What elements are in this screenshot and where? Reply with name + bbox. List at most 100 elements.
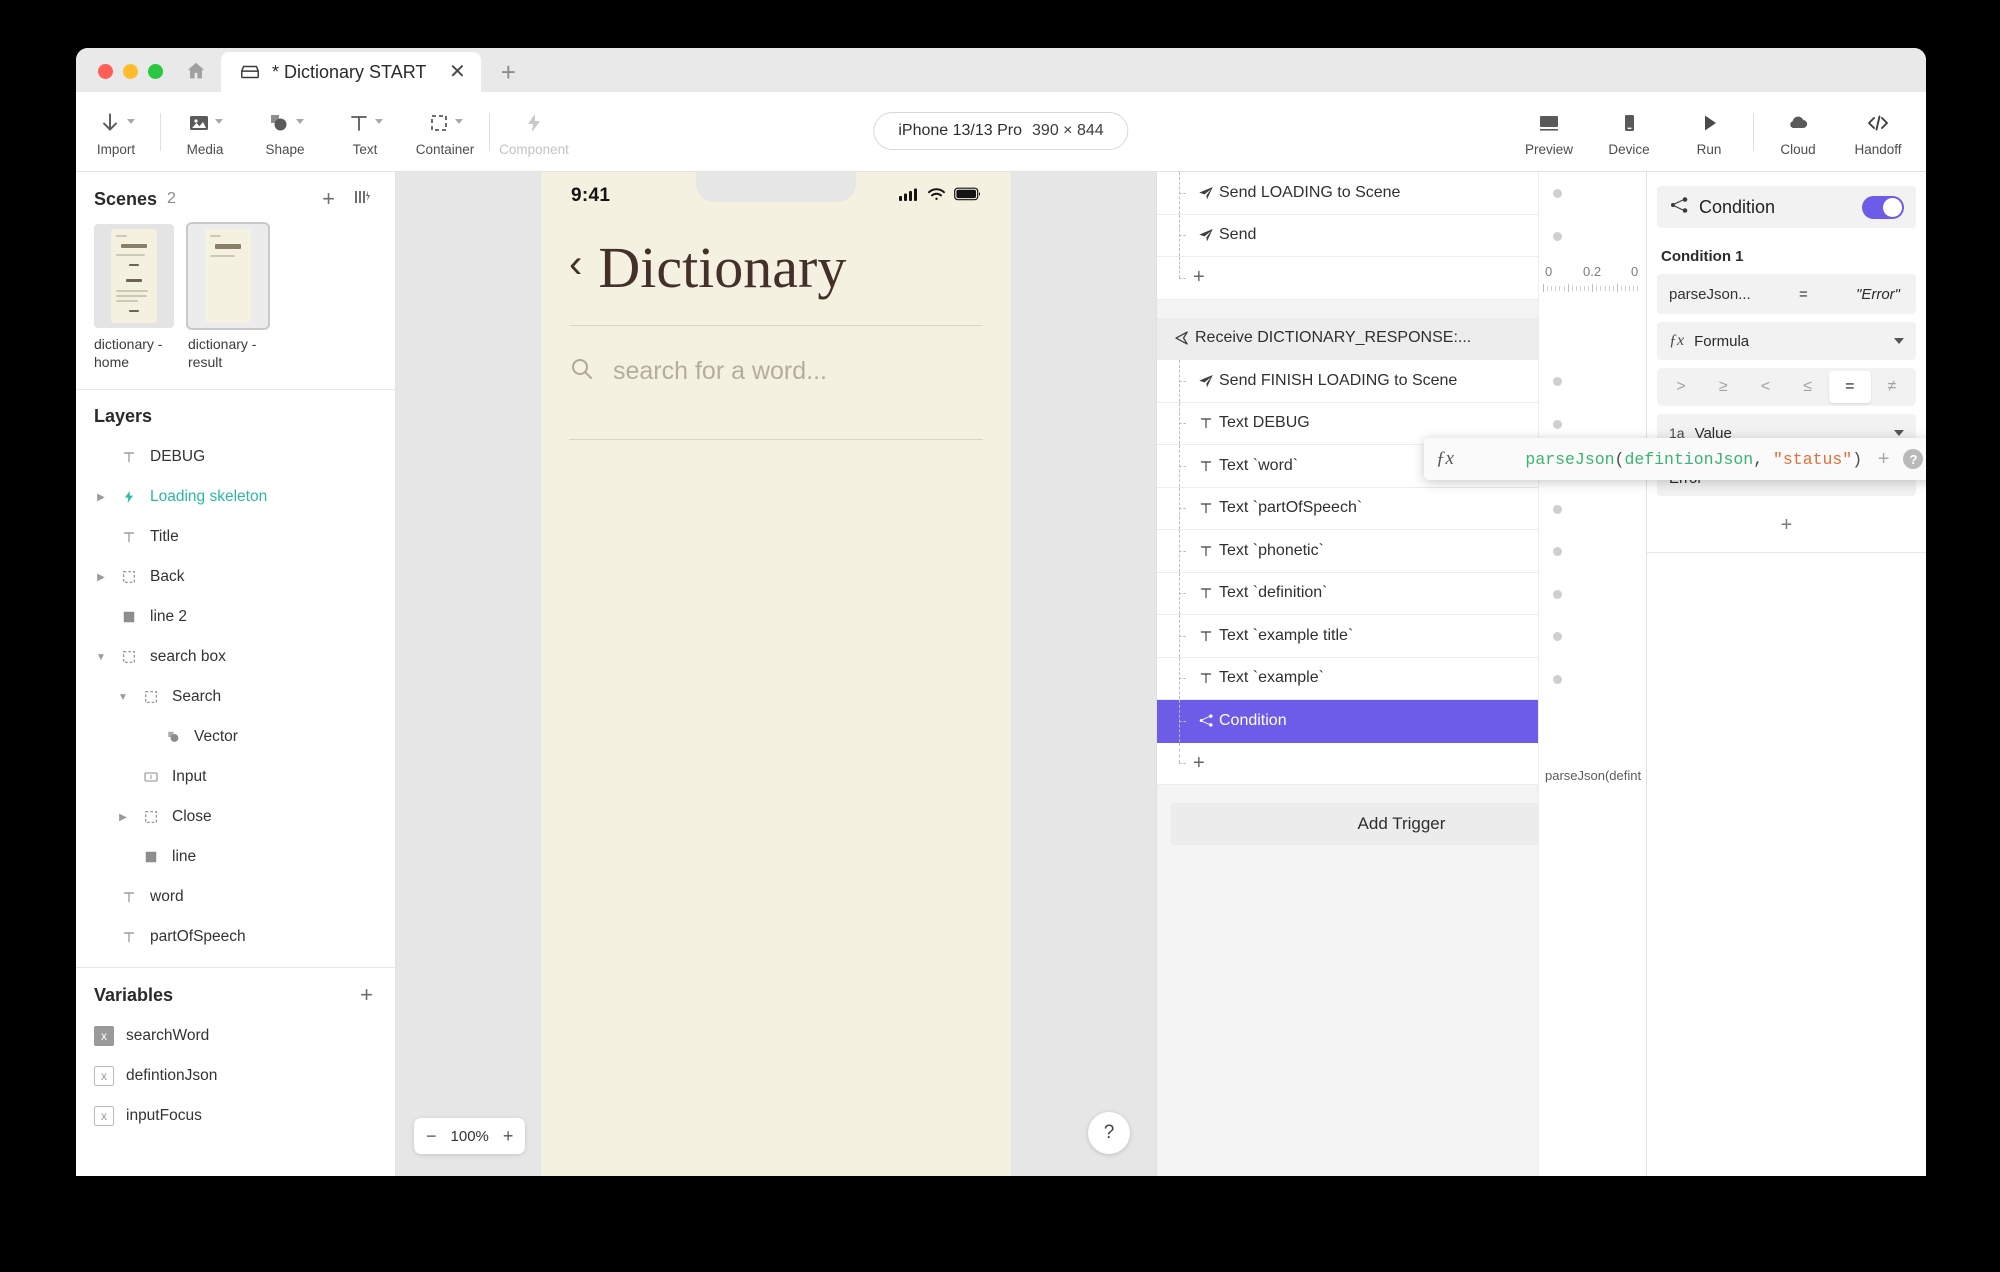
cloud-button[interactable]: Cloud xyxy=(1758,92,1838,171)
add-condition-button[interactable]: + xyxy=(1657,510,1916,540)
zoom-out-button[interactable]: − xyxy=(426,1127,437,1145)
timeline-keyframe-dot[interactable] xyxy=(1553,189,1562,198)
layer-row-input[interactable]: Input xyxy=(76,757,395,797)
zoom-in-button[interactable]: + xyxy=(503,1127,514,1145)
tree-connector xyxy=(1171,743,1193,785)
toolbar-text-button[interactable]: Text xyxy=(325,92,405,171)
formula-code[interactable]: parseJson(defintionJson, "status") xyxy=(1466,431,1862,488)
timeline-keyframe-dot[interactable] xyxy=(1553,632,1562,641)
run-button[interactable]: Run xyxy=(1669,92,1749,171)
condition-lhs-type-dropdown[interactable]: ƒx Formula xyxy=(1657,322,1916,360)
layer-row-title[interactable]: Title xyxy=(76,517,395,557)
operator-button-neq[interactable]: ≠ xyxy=(1871,371,1913,403)
layer-row-search-box[interactable]: ▼search box xyxy=(76,637,395,677)
operator-button-lt[interactable]: < xyxy=(1744,371,1786,403)
layer-name: Close xyxy=(172,808,212,826)
preview-button[interactable]: Preview xyxy=(1509,92,1589,171)
layer-row-back[interactable]: ▶Back xyxy=(76,557,395,597)
device-selector[interactable]: iPhone 13/13 Pro 390 × 844 xyxy=(873,112,1128,150)
search-field[interactable]: search for a word... xyxy=(541,326,1011,387)
toolbar-container-button[interactable]: Container xyxy=(405,92,485,171)
scene-sort-icon[interactable] xyxy=(349,188,377,210)
disclosure-triangle-icon[interactable]: ▶ xyxy=(94,572,108,583)
disclosure-triangle-icon[interactable]: ▶ xyxy=(116,812,130,823)
layer-row-word[interactable]: word xyxy=(76,877,395,917)
layers-list: DEBUG▶Loading skeletonTitle▶Backline 2▼s… xyxy=(76,437,395,957)
formula-add-button[interactable]: + xyxy=(1878,448,1890,471)
add-variable-button[interactable]: + xyxy=(356,984,377,1006)
scenes-count: 2 xyxy=(167,190,176,208)
close-icon[interactable]: ✕ xyxy=(447,62,467,82)
timeline-keyframe-dot[interactable] xyxy=(1553,232,1562,241)
dashed-square-icon xyxy=(118,649,140,665)
layer-name: partOfSpeech xyxy=(150,928,246,946)
battery-icon xyxy=(954,187,981,206)
image-icon xyxy=(187,107,223,139)
variable-row-inputfocus[interactable]: xinputFocus xyxy=(76,1096,395,1136)
toolbar-component-button[interactable]: Component xyxy=(494,92,574,171)
operator-button-gt[interactable]: > xyxy=(1660,371,1702,403)
text-t-icon xyxy=(1193,458,1219,474)
variable-name: defintionJson xyxy=(126,1067,217,1085)
scene-label: dictionary - result xyxy=(188,336,268,371)
layer-name: Input xyxy=(172,768,206,786)
layer-row-line[interactable]: line xyxy=(76,837,395,877)
timeline-strip[interactable]: 0 0.2 0 parseJson(defint xyxy=(1538,172,1646,1176)
timeline-keyframe-dot[interactable] xyxy=(1553,590,1562,599)
timeline-keyframe-dot[interactable] xyxy=(1553,420,1562,429)
canvas-area[interactable]: 9:41 ‹ Dictionary xyxy=(396,172,1156,1176)
phone-icon xyxy=(1617,107,1641,139)
operator-button-lte[interactable]: ≤ xyxy=(1787,371,1829,403)
fx-icon: ƒx xyxy=(1669,332,1684,350)
variable-row-searchword[interactable]: xsearchWord xyxy=(76,1016,395,1056)
trigger-label: Text `definition` xyxy=(1219,584,1328,602)
toolbar-shape-button[interactable]: Shape xyxy=(245,92,325,171)
layer-row-line-2[interactable]: line 2 xyxy=(76,597,395,637)
variable-row-defintionjson[interactable]: xdefintionJson xyxy=(76,1056,395,1096)
handoff-button[interactable]: Handoff xyxy=(1838,92,1918,171)
operator-button-eq[interactable]: = xyxy=(1829,371,1871,403)
maximize-window-button[interactable] xyxy=(148,64,163,79)
disclosure-triangle-icon[interactable]: ▼ xyxy=(94,652,108,663)
send-icon xyxy=(1193,372,1219,390)
device-button[interactable]: Device xyxy=(1589,92,1669,171)
timeline-keyframe-dot[interactable] xyxy=(1553,377,1562,386)
tree-connector xyxy=(1171,445,1193,487)
back-button[interactable]: ‹ xyxy=(569,244,582,292)
timeline-keyframe-dot[interactable] xyxy=(1553,547,1562,556)
help-button[interactable]: ? xyxy=(1088,1112,1130,1154)
toolbar-media-button[interactable]: Media xyxy=(165,92,245,171)
layer-row-loading-skeleton[interactable]: ▶Loading skeleton xyxy=(76,477,395,517)
timeline-keyframe-dot[interactable] xyxy=(1553,675,1562,684)
layer-row-close[interactable]: ▶ Close xyxy=(76,797,395,837)
layer-row-search[interactable]: ▼Search xyxy=(76,677,395,717)
add-scene-button[interactable]: + xyxy=(318,188,339,210)
zoom-control[interactable]: − 100% + xyxy=(414,1118,525,1154)
layer-row-vector[interactable]: Vector xyxy=(76,717,395,757)
text-t-icon xyxy=(1193,585,1219,601)
timeline-keyframe-dot[interactable] xyxy=(1553,505,1562,514)
tab-dictionary-start[interactable]: * Dictionary START ✕ xyxy=(221,52,481,92)
minimize-window-button[interactable] xyxy=(123,64,138,79)
condition-icon xyxy=(1193,713,1219,728)
toolbar-import-button[interactable]: Import xyxy=(76,92,156,171)
inspector-title: Condition xyxy=(1699,197,1775,218)
condition-enabled-toggle[interactable] xyxy=(1862,196,1904,219)
condition-summary-row[interactable]: parseJson... = "Error" xyxy=(1657,274,1916,314)
device-preview[interactable]: 9:41 ‹ Dictionary xyxy=(541,172,1011,1176)
layer-row-partofspeech[interactable]: partOfSpeech xyxy=(76,917,395,957)
new-tab-button[interactable]: + xyxy=(481,52,535,92)
scene-card-dictionary-result[interactable]: dictionary - result xyxy=(188,224,268,371)
disclosure-triangle-icon[interactable]: ▶ xyxy=(94,492,108,503)
scene-card-dictionary-home[interactable]: dictionary - home xyxy=(94,224,174,371)
text-t-icon xyxy=(347,107,383,139)
home-icon[interactable] xyxy=(179,60,221,92)
close-window-button[interactable] xyxy=(98,64,113,79)
layer-row-debug[interactable]: DEBUG xyxy=(76,437,395,477)
disclosure-triangle-icon[interactable]: ▼ xyxy=(116,692,130,703)
formula-editor-popover[interactable]: ƒx parseJson(defintionJson, "status") + … xyxy=(1424,438,1926,480)
operator-button-gte[interactable]: ≥ xyxy=(1702,371,1744,403)
scene-preview xyxy=(111,229,157,323)
help-icon[interactable]: ? xyxy=(1903,449,1923,469)
play-icon xyxy=(1697,107,1721,139)
